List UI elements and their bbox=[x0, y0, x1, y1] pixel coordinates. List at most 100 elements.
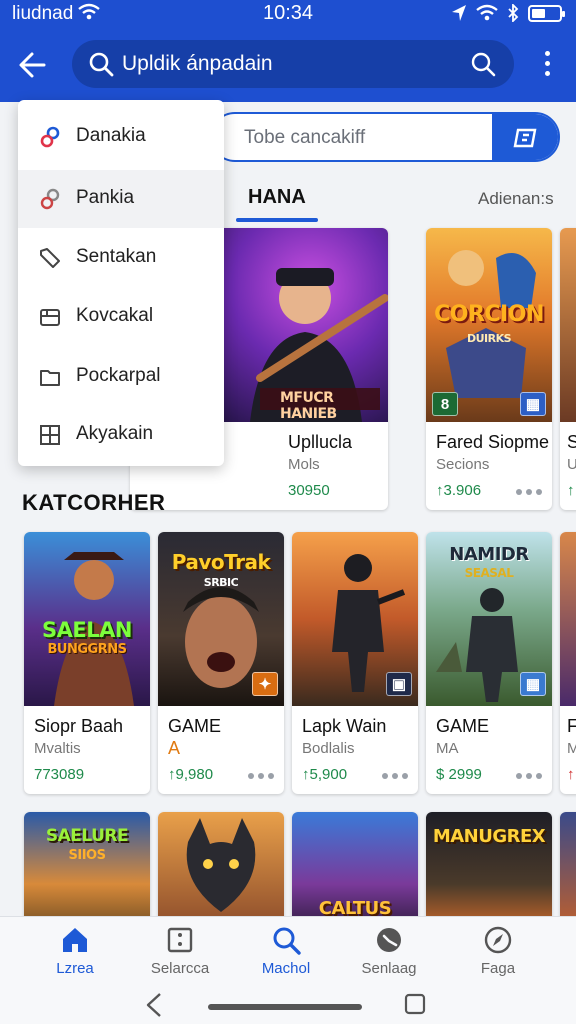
top-app-bar: liudnad 10:34 Upldik ánpadain bbox=[0, 0, 576, 102]
system-back-icon[interactable] bbox=[144, 992, 164, 1018]
game-price: ↑3.906 bbox=[436, 482, 482, 499]
artwork-subtitle: SRBIC bbox=[203, 576, 239, 589]
secondary-search-field[interactable]: Tobe cancakiff bbox=[210, 112, 560, 162]
menu-item-label: Kovcakal bbox=[76, 305, 154, 326]
game-card[interactable]: MANUGREX bbox=[426, 812, 552, 932]
menu-item-danakia[interactable]: Danakia bbox=[18, 108, 224, 166]
game-card[interactable]: CALTUS bbox=[292, 812, 418, 932]
search-submit-icon[interactable] bbox=[470, 51, 496, 77]
compass-icon bbox=[484, 926, 512, 954]
game-publisher: MA bbox=[436, 740, 459, 757]
status-icons bbox=[451, 4, 565, 22]
status-bar: liudnad 10:34 bbox=[0, 0, 576, 28]
filter-icon bbox=[513, 128, 537, 148]
nav-label: Lzrea bbox=[56, 960, 94, 977]
artwork-title: SAELURE bbox=[45, 826, 129, 846]
menu-item-pankia[interactable]: Pankia bbox=[18, 170, 224, 228]
game-name: GAME bbox=[168, 716, 222, 736]
game-price: ↑5,900 bbox=[302, 766, 348, 783]
game-card[interactable] bbox=[560, 812, 576, 932]
menu-item-kovcakal[interactable]: Kovcakal bbox=[18, 288, 224, 346]
nav-label: Senlaag bbox=[361, 960, 417, 977]
nav-item-faga[interactable]: Faga bbox=[443, 917, 553, 989]
game-publisher: Mols bbox=[288, 456, 320, 473]
battery-icon bbox=[528, 4, 565, 22]
game-card[interactable]: SAELAN BUNGGRNS Siopr Baah Mvaltis 77308… bbox=[24, 532, 150, 794]
active-tab-indicator bbox=[236, 218, 318, 222]
menu-item-label: Danakia bbox=[76, 125, 146, 146]
home-gesture-pill[interactable] bbox=[208, 1004, 362, 1010]
featured-card[interactable]: S U ↑ bbox=[560, 228, 576, 510]
game-name: Fared Siopme bbox=[436, 432, 550, 452]
game-icon bbox=[377, 928, 401, 952]
search-bar[interactable]: Upldik ánpadain bbox=[72, 40, 514, 88]
square-dot-icon bbox=[167, 927, 193, 953]
search-icon bbox=[89, 52, 114, 77]
nav-label: Selarcca bbox=[150, 960, 210, 977]
menu-item-akyakain[interactable]: Akyakain bbox=[18, 406, 224, 464]
grid-icon bbox=[40, 425, 60, 445]
platform-badge: ▦ bbox=[520, 392, 546, 416]
game-card[interactable]: NAMIDR SEASAL ▦ GAME MA $ 2999 bbox=[426, 532, 552, 794]
nav-item-selarcca[interactable]: Selarcca bbox=[125, 917, 235, 989]
game-artwork bbox=[158, 812, 284, 932]
artwork-subtitle: SIIOS bbox=[68, 848, 106, 863]
artwork-subtitle: DUIRKS bbox=[466, 332, 512, 345]
game-artwork: CALTUS bbox=[292, 812, 418, 932]
game-name: F bbox=[567, 716, 576, 736]
game-card[interactable] bbox=[158, 812, 284, 932]
more-dots-icon[interactable] bbox=[516, 773, 542, 779]
game-card[interactable]: ▣ Lapk Wain Bodlalis ↑5,900 bbox=[292, 532, 418, 794]
bottom-navigation: Lzrea Selarcca Machol Senlaag Faga bbox=[0, 916, 576, 988]
game-card[interactable]: SAELURE SIIOS bbox=[24, 812, 150, 932]
game-name: Siopr Baah bbox=[34, 716, 124, 736]
rating-badge: 8 bbox=[432, 392, 458, 416]
menu-item-sentakan[interactable]: Sentakan bbox=[18, 229, 224, 287]
game-name: Upllucla bbox=[288, 432, 353, 452]
game-artwork: CORCION DUIRKS 8 ▦ bbox=[426, 228, 552, 422]
menu-item-label: Akyakain bbox=[76, 423, 154, 444]
game-publisher: A bbox=[168, 738, 181, 758]
game-artwork bbox=[560, 532, 576, 706]
game-name: S bbox=[567, 432, 576, 452]
game-card[interactable]: F M ↑ bbox=[560, 532, 576, 794]
more-dots-icon[interactable] bbox=[248, 773, 274, 779]
artwork-title: NAMIDR bbox=[449, 544, 529, 565]
game-artwork: SAELAN BUNGGRNS bbox=[24, 532, 150, 706]
game-price: ↑ bbox=[567, 482, 575, 499]
search-query[interactable]: Upldik ánpadain bbox=[122, 52, 273, 76]
game-publisher: Secions bbox=[436, 456, 490, 473]
platform-badge: ▦ bbox=[520, 672, 546, 696]
section-title: KATCORHER bbox=[22, 490, 166, 515]
system-nav-bar bbox=[0, 988, 576, 1024]
artwork-subtitle: BUNGGRNS bbox=[47, 642, 127, 657]
game-card[interactable]: PavoTrak SRBIC ✦ GAME A ↑9,980 bbox=[158, 532, 284, 794]
system-recents-icon[interactable] bbox=[404, 993, 426, 1015]
link-icon bbox=[40, 188, 60, 210]
secondary-search-placeholder[interactable]: Tobe cancakiff bbox=[244, 127, 365, 149]
nav-item-lzrea[interactable]: Lzrea bbox=[20, 917, 130, 989]
menu-item-pockarpal[interactable]: Pockarpal bbox=[18, 348, 224, 406]
filter-button[interactable] bbox=[492, 114, 558, 160]
nav-item-senlaag[interactable]: Senlaag bbox=[334, 917, 444, 989]
more-options-icon[interactable] bbox=[536, 48, 558, 82]
nav-label: Machol bbox=[261, 960, 311, 977]
artwork-title: PavoTrak bbox=[171, 550, 271, 574]
nav-item-machol[interactable]: Machol bbox=[231, 917, 341, 989]
folder-icon bbox=[40, 370, 60, 386]
game-artwork: PavoTrak SRBIC ✦ bbox=[158, 532, 284, 706]
tab-hana[interactable]: HANA bbox=[248, 186, 306, 209]
more-dots-icon[interactable] bbox=[382, 773, 408, 779]
game-price: 30950 bbox=[288, 482, 330, 499]
back-arrow-icon[interactable] bbox=[14, 46, 52, 84]
more-dots-icon[interactable] bbox=[516, 489, 542, 495]
artwork-title: MFUCR HANIEB bbox=[280, 390, 337, 422]
featured-card[interactable]: CORCION DUIRKS 8 ▦ Fared Siopme Secions … bbox=[426, 228, 552, 510]
tab-adienans[interactable]: Adienan:s bbox=[478, 189, 554, 209]
link-icon bbox=[40, 126, 60, 148]
game-publisher: U bbox=[567, 456, 576, 473]
game-publisher: Bodlalis bbox=[302, 740, 355, 757]
game-price: $ 2999 bbox=[436, 766, 482, 783]
game-price: ↑ bbox=[567, 766, 575, 783]
game-price: 773089 bbox=[34, 766, 85, 783]
